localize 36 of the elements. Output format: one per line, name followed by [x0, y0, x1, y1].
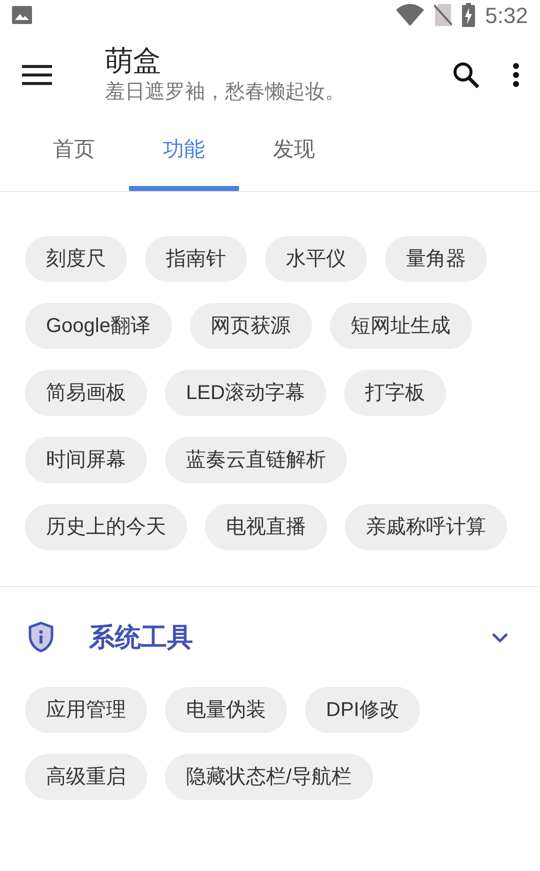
tab[interactable]: 功能	[129, 119, 239, 191]
menu-icon	[22, 64, 52, 86]
tool-chip[interactable]: 隐藏状态栏/导航栏	[165, 754, 373, 800]
tool-chip[interactable]: 电量伪装	[165, 687, 287, 733]
tool-chip[interactable]: 打字板	[344, 370, 446, 416]
tool-chip[interactable]: LED滚动字幕	[165, 370, 326, 416]
tab[interactable]: 首页	[19, 119, 129, 191]
search-icon	[452, 61, 480, 89]
battery-charging-icon	[462, 3, 476, 27]
tool-chip[interactable]: DPI修改	[305, 687, 420, 733]
wifi-icon	[396, 4, 424, 26]
no-sim-icon	[434, 4, 452, 26]
tab[interactable]: 发现	[239, 119, 349, 191]
tool-chip[interactable]: 水平仪	[265, 236, 367, 282]
tool-chip[interactable]: Google翻译	[25, 303, 172, 349]
tool-chip[interactable]: 时间屏幕	[25, 437, 147, 483]
image-icon	[12, 6, 32, 24]
tool-chip[interactable]: 高级重启	[25, 754, 147, 800]
tool-chip[interactable]: 刻度尺	[25, 236, 127, 282]
tool-chip[interactable]: 网页获源	[190, 303, 312, 349]
chevron-down-icon[interactable]	[490, 630, 510, 644]
tool-chip[interactable]: 简易画板	[25, 370, 147, 416]
tool-chip[interactable]: 短网址生成	[330, 303, 472, 349]
tool-chip[interactable]: 历史上的今天	[25, 504, 187, 550]
tool-chip[interactable]: 蓝奏云直链解析	[165, 437, 347, 483]
tool-chip[interactable]: 电视直播	[205, 504, 327, 550]
more-vertical-icon	[512, 62, 520, 88]
clock-time: 5:32	[485, 2, 528, 30]
tool-chip[interactable]: 应用管理	[25, 687, 147, 733]
section-title: 系统工具	[89, 620, 193, 654]
shield-info-icon	[27, 621, 55, 653]
tool-chip[interactable]: 亲戚称呼计算	[345, 504, 507, 550]
tool-chip[interactable]: 量角器	[385, 236, 487, 282]
tool-chip[interactable]: 指南针	[145, 236, 247, 282]
app-title: 萌盒	[105, 44, 162, 78]
app-subtitle: 羞日遮罗袖，愁春懒起妆。	[105, 80, 345, 105]
